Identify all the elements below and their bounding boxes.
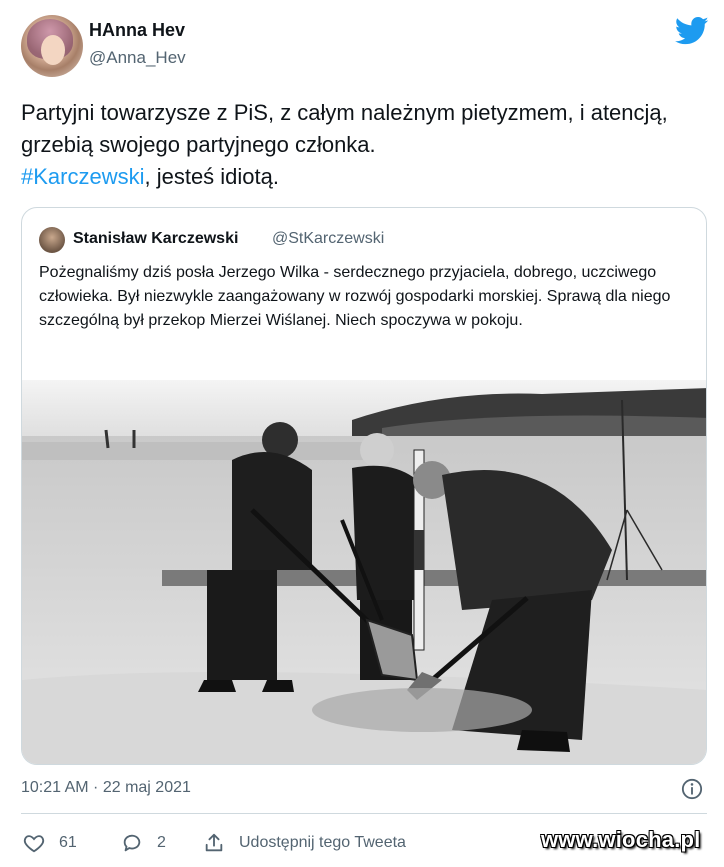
share-icon xyxy=(205,833,223,852)
like-button[interactable]: 61 xyxy=(23,832,77,854)
tweet-header: HAnna Hev @Anna_Hev xyxy=(0,0,724,90)
site-watermark: www.wiocha.pl xyxy=(541,827,701,852)
hashtag-link[interactable]: #Karczewski xyxy=(21,164,144,189)
quoted-tweet-card[interactable]: Stanisław Karczewski @StKarczewski Pożeg… xyxy=(21,207,707,765)
quoted-author-avatar xyxy=(39,227,65,253)
quoted-tweet-photo[interactable] xyxy=(22,380,707,765)
info-icon[interactable] xyxy=(681,778,703,800)
quoted-author-handle: @StKarczewski xyxy=(272,230,385,247)
author-display-name[interactable]: HAnna Hev xyxy=(89,20,185,41)
twitter-bird-icon[interactable] xyxy=(675,16,709,46)
quoted-author-name: Stanisław Karczewski xyxy=(73,230,239,247)
quoted-tweet-text: Pożegnaliśmy dziś posła Jerzego Wilka - … xyxy=(39,264,671,329)
divider xyxy=(21,813,707,814)
tweet-text: Partyjni towarzysze z PiS, z całym należ… xyxy=(21,97,711,193)
heart-icon xyxy=(23,835,45,853)
tweet-text-body: Partyjni towarzysze z PiS, z całym należ… xyxy=(21,100,668,157)
share-button[interactable]: Udostępnij tego Tweeta xyxy=(203,832,406,854)
share-label: Udostępnij tego Tweeta xyxy=(239,834,406,851)
reply-count: 2 xyxy=(157,834,166,851)
tweet-text-tail: , jesteś idiotą. xyxy=(144,164,279,189)
tweet-timestamp[interactable]: 10:21 AM · 22 maj 2021 xyxy=(21,779,191,797)
reply-button[interactable]: 2 xyxy=(121,832,166,854)
author-avatar[interactable] xyxy=(21,15,83,77)
like-count: 61 xyxy=(59,834,77,851)
author-handle[interactable]: @Anna_Hev xyxy=(89,48,186,68)
avatar-face xyxy=(41,35,65,65)
reply-icon xyxy=(123,834,141,852)
